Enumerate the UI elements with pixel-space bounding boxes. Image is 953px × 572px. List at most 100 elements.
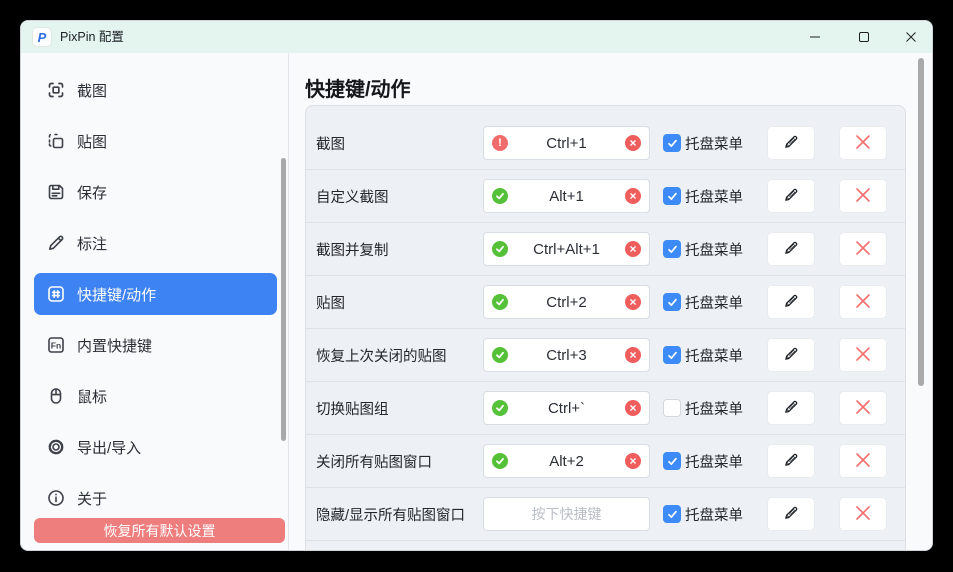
tray-checkbox[interactable] — [663, 346, 681, 364]
pencil-icon — [782, 133, 800, 154]
clear-hotkey-icon[interactable]: × — [625, 294, 641, 310]
hotkey-status-icon: ! — [492, 347, 508, 363]
sidebar-item-label: 导出/导入 — [77, 437, 141, 458]
edit-button[interactable] — [767, 444, 815, 478]
sidebar-scrollbar[interactable] — [281, 158, 286, 441]
hotkey-input[interactable]: ! Ctrl+2 × — [483, 285, 650, 319]
delete-button[interactable] — [839, 126, 887, 160]
tray-checkbox[interactable] — [663, 240, 681, 258]
edit-button[interactable] — [767, 391, 815, 425]
sidebar-item-5[interactable]: Fn内置快捷键 — [34, 324, 277, 366]
hotkey-row: 自定义截图 ! Alt+1 × 托盘菜单 — [306, 170, 905, 223]
pencil-icon — [782, 398, 800, 419]
tray-checkbox[interactable] — [663, 134, 681, 152]
sidebar-item-0[interactable]: 截图 — [34, 69, 277, 111]
tray-checkbox[interactable] — [663, 399, 681, 417]
content-scrollbar[interactable] — [918, 58, 924, 386]
tray-label: 托盘菜单 — [685, 398, 743, 419]
delete-x-icon — [854, 451, 872, 472]
sidebar-item-4[interactable]: 快捷键/动作 — [34, 273, 277, 315]
sidebar-item-3[interactable]: 标注 — [34, 222, 277, 264]
clear-hotkey-icon[interactable]: × — [625, 400, 641, 416]
delete-button[interactable] — [839, 444, 887, 478]
pin-image-icon — [46, 131, 66, 151]
edit-button[interactable] — [767, 179, 815, 213]
tray-label: 托盘菜单 — [685, 292, 743, 313]
delete-x-icon — [854, 239, 872, 260]
hotkey-input[interactable]: ! 按下快捷键 × — [483, 497, 650, 531]
clear-hotkey-icon[interactable]: × — [625, 135, 641, 151]
edit-button[interactable] — [767, 338, 815, 372]
sidebar-item-6[interactable]: 鼠标 — [34, 375, 277, 417]
tray-menu-option: 托盘菜单 — [663, 133, 767, 154]
delete-button[interactable] — [839, 179, 887, 213]
delete-x-icon — [854, 504, 872, 525]
hotkey-row: 恢复上次关闭的贴图 ! Ctrl+3 × 托盘菜单 — [306, 329, 905, 382]
hotkey-value: Ctrl+` — [548, 400, 585, 417]
tray-menu-option: 托盘菜单 — [663, 292, 767, 313]
sidebar-item-1[interactable]: 贴图 — [34, 120, 277, 162]
close-button[interactable] — [890, 21, 932, 53]
edit-button[interactable] — [767, 232, 815, 266]
tray-checkbox[interactable] — [663, 452, 681, 470]
info-icon — [46, 488, 66, 508]
clear-hotkey-icon[interactable]: × — [625, 188, 641, 204]
sidebar-item-label: 保存 — [77, 182, 107, 203]
save-icon — [46, 182, 66, 202]
reset-defaults-button[interactable]: 恢复所有默认设置 — [34, 518, 285, 543]
delete-x-icon — [854, 186, 872, 207]
hotkey-status-icon: ! — [492, 400, 508, 416]
delete-button[interactable] — [839, 338, 887, 372]
hotkey-row-label: 自定义截图 — [316, 186, 483, 207]
sidebar-item-label: 贴图 — [77, 131, 107, 152]
hotkey-value: Ctrl+3 — [546, 347, 586, 364]
clear-hotkey-icon[interactable]: × — [625, 241, 641, 257]
tray-label: 托盘菜单 — [685, 504, 743, 525]
hotkey-status-icon: ! — [492, 294, 508, 310]
sidebar-item-7[interactable]: 导出/导入 — [34, 426, 277, 468]
hotkey-value: 按下快捷键 — [532, 504, 602, 524]
hotkey-input[interactable]: ! Alt+1 × — [483, 179, 650, 213]
edit-button[interactable] — [767, 126, 815, 160]
tray-menu-option: 托盘菜单 — [663, 504, 767, 525]
hotkey-status-icon: ! — [492, 135, 508, 151]
sidebar-nav: 截图贴图保存标注快捷键/动作 Fn内置快捷键鼠标导出/导入关于 — [21, 53, 288, 519]
maximize-button[interactable] — [843, 21, 885, 53]
hotkey-row: 切换贴图组 ! Ctrl+` × 托盘菜单 — [306, 382, 905, 435]
edit-button[interactable] — [767, 285, 815, 319]
hotkey-input[interactable]: ! Ctrl+3 × — [483, 338, 650, 372]
desktop-background: P PixPin 配置 截图贴图保存标注快捷键/动作Fn内置快捷键鼠标导出/导入… — [0, 0, 953, 572]
hotkey-row: 隐藏/显示所有贴图窗口 ! 按下快捷键 × 托盘菜单 — [306, 488, 905, 541]
tray-checkbox[interactable] — [663, 187, 681, 205]
tray-label: 托盘菜单 — [685, 133, 743, 154]
tray-checkbox[interactable] — [663, 293, 681, 311]
hotkey-value: Ctrl+Alt+1 — [533, 241, 600, 258]
delete-button[interactable] — [839, 232, 887, 266]
delete-button[interactable] — [839, 285, 887, 319]
hotkey-row-label: 隐藏/显示所有贴图窗口 — [316, 504, 483, 525]
sidebar-item-label: 鼠标 — [77, 386, 107, 407]
pencil-icon — [782, 504, 800, 525]
minimize-button[interactable] — [794, 21, 836, 53]
hotkey-status-icon: ! — [492, 188, 508, 204]
hotkey-input[interactable]: ! Ctrl+Alt+1 × — [483, 232, 650, 266]
titlebar[interactable]: P PixPin 配置 — [21, 21, 932, 53]
edit-button[interactable] — [767, 497, 815, 531]
clear-hotkey-icon[interactable]: × — [625, 453, 641, 469]
delete-button[interactable] — [839, 497, 887, 531]
hotkey-input[interactable]: ! Alt+2 × — [483, 444, 650, 478]
delete-button[interactable] — [839, 391, 887, 425]
hotkey-value: Ctrl+1 — [546, 135, 586, 152]
sidebar-item-label: 快捷键/动作 — [77, 284, 156, 305]
sidebar-item-2[interactable]: 保存 — [34, 171, 277, 213]
tray-checkbox[interactable] — [663, 505, 681, 523]
sidebar-item-label: 关于 — [77, 488, 107, 509]
sidebar-item-8[interactable]: 关于 — [34, 477, 277, 519]
hotkey-row-label: 截图 — [316, 133, 483, 154]
tray-menu-option: 托盘菜单 — [663, 451, 767, 472]
hotkey-input[interactable]: ! Ctrl+` × — [483, 391, 650, 425]
hotkey-row-label: 贴图 — [316, 292, 483, 313]
pencil-icon — [782, 239, 800, 260]
hotkey-input[interactable]: ! Ctrl+1 × — [483, 126, 650, 160]
clear-hotkey-icon[interactable]: × — [625, 347, 641, 363]
